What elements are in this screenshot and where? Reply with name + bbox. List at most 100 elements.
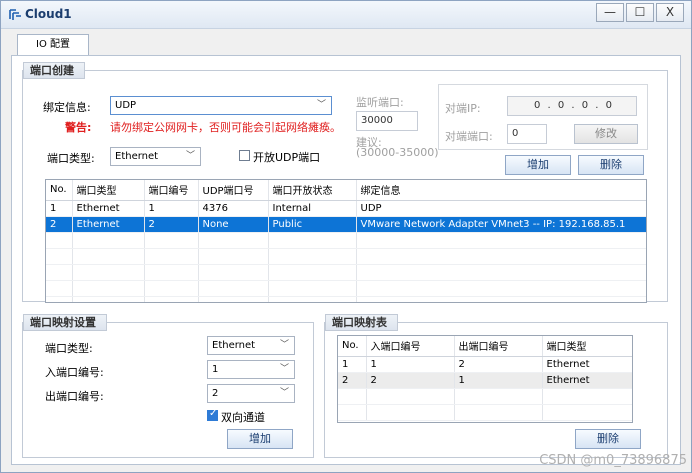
- peer-ip-input[interactable]: 0 . 0 . 0 . 0: [507, 96, 637, 116]
- map-port-type-value: Ethernet: [212, 340, 256, 351]
- mapping-table-title: 端口映射表: [325, 314, 398, 331]
- open-udp-checkbox[interactable]: [239, 150, 250, 161]
- cell: 1: [454, 372, 543, 389]
- bidirectional-checkbox[interactable]: [207, 408, 218, 421]
- table-row[interactable]: 2 2 1 Ethernet: [338, 372, 632, 389]
- cell: Ethernet: [72, 216, 145, 233]
- cell: Public: [268, 216, 357, 233]
- col-port-type[interactable]: 端口类型: [72, 180, 145, 201]
- port-create-title: 端口创建: [23, 62, 85, 79]
- open-udp-label: 开放UDP端口: [253, 151, 321, 164]
- mapping-settings-group: 端口映射设置 端口类型: Ethernet ﹀ 入端口编号: 1 ﹀ 出端口编号…: [22, 314, 314, 458]
- mapping-delete-button[interactable]: 删除: [575, 429, 641, 449]
- empty-row: [46, 280, 646, 297]
- cell: 1: [46, 200, 73, 217]
- bidirectional-label: 双向通道: [221, 411, 265, 424]
- tab-io-config[interactable]: IO 配置: [17, 34, 89, 56]
- chevron-down-icon: ﹀: [279, 340, 289, 350]
- port-type-select[interactable]: Ethernet ﹀: [110, 147, 201, 166]
- table-row[interactable]: 1 1 2 Ethernet: [338, 356, 632, 373]
- empty-row: [338, 388, 632, 405]
- in-port-value: 1: [212, 364, 219, 375]
- suggest-range: (30000-35000): [356, 146, 439, 159]
- out-port-label: 出端口编号:: [45, 390, 104, 403]
- table-row[interactable]: 1 Ethernet 1 4376 Internal UDP: [46, 200, 646, 217]
- warning-label: 警告:: [65, 121, 92, 134]
- title-bar[interactable]: Cloud1 — ☐ X: [1, 1, 691, 29]
- peer-config-box: 对端IP: 0 . 0 . 0 . 0 对端端口: 0 修改: [438, 84, 648, 150]
- cell: 2: [366, 372, 455, 389]
- empty-row: [338, 404, 632, 421]
- cell: 2: [454, 356, 543, 373]
- empty-row: [46, 296, 646, 302]
- cloud1-window: Cloud1 — ☐ X IO 配置 端口创建 绑定信息: UDP ﹀ 警告: …: [0, 0, 692, 473]
- cell: None: [198, 216, 269, 233]
- map-port-type-label: 端口类型:: [45, 342, 93, 355]
- bind-info-label: 绑定信息:: [43, 101, 91, 114]
- empty-row: [46, 232, 646, 249]
- mapping-table: No. 入端口编号 出端口编号 端口类型 1 1 2 Ethernet 2 2 …: [337, 335, 633, 423]
- modify-button[interactable]: 修改: [574, 124, 638, 144]
- cell: VMware Network Adapter VMnet3 -- IP: 192…: [356, 216, 646, 233]
- peer-ip-label: 对端IP:: [445, 102, 481, 115]
- chevron-down-icon: ﹀: [185, 151, 195, 161]
- port-create-group: 端口创建 绑定信息: UDP ﹀ 警告: 请勿绑定公网网卡，否则可能会引起网络瘫…: [22, 62, 668, 303]
- cell: UDP: [356, 200, 646, 217]
- peer-port-input[interactable]: 0: [507, 124, 547, 144]
- minimize-button[interactable]: —: [596, 3, 624, 22]
- col-in-port[interactable]: 入端口编号: [366, 336, 455, 357]
- port-table-header: No. 端口类型 端口编号 UDP端口号 端口开放状态 绑定信息: [46, 180, 646, 201]
- empty-row: [46, 264, 646, 281]
- cell: Ethernet: [542, 356, 632, 373]
- col-out-port[interactable]: 出端口编号: [454, 336, 543, 357]
- port-type-value: Ethernet: [115, 151, 159, 162]
- listen-port-label: 监听端口:: [356, 96, 404, 109]
- col-no[interactable]: No.: [338, 336, 367, 357]
- cell: Internal: [268, 200, 357, 217]
- chevron-down-icon: ﹀: [316, 100, 326, 110]
- io-config-panel: 端口创建 绑定信息: UDP ﹀ 警告: 请勿绑定公网网卡，否则可能会引起网络瘫…: [11, 55, 681, 465]
- cell: 1: [366, 356, 455, 373]
- cell: 2: [144, 216, 199, 233]
- cell: 4376: [198, 200, 269, 217]
- bind-info-value: UDP: [115, 100, 137, 111]
- port-table: No. 端口类型 端口编号 UDP端口号 端口开放状态 绑定信息 1 Ether…: [45, 179, 647, 303]
- maximize-button[interactable]: ☐: [626, 3, 654, 22]
- in-port-select[interactable]: 1 ﹀: [207, 360, 295, 379]
- listen-port-input[interactable]: 30000: [356, 111, 418, 131]
- mapping-table-group: 端口映射表 No. 入端口编号 出端口编号 端口类型 1 1 2 Etherne…: [324, 314, 668, 458]
- port-type-label: 端口类型:: [47, 152, 95, 165]
- cell: 1: [338, 356, 367, 373]
- empty-row: [46, 248, 646, 265]
- in-port-label: 入端口编号:: [45, 366, 104, 379]
- col-no[interactable]: No.: [46, 180, 73, 201]
- cell: 1: [144, 200, 199, 217]
- col-udp-port[interactable]: UDP端口号: [198, 180, 269, 201]
- peer-port-label: 对端端口:: [445, 130, 493, 143]
- port-delete-button[interactable]: 删除: [578, 155, 644, 175]
- cell: Ethernet: [72, 200, 145, 217]
- col-port-number[interactable]: 端口编号: [144, 180, 199, 201]
- port-add-button[interactable]: 增加: [505, 155, 571, 175]
- mapping-table-header: No. 入端口编号 出端口编号 端口类型: [338, 336, 632, 357]
- cell: 2: [46, 216, 73, 233]
- out-port-select[interactable]: 2 ﹀: [207, 384, 295, 403]
- map-port-type-select[interactable]: Ethernet ﹀: [207, 336, 295, 355]
- mapping-add-button[interactable]: 增加: [227, 429, 293, 449]
- cell: Ethernet: [542, 372, 632, 389]
- cell: 2: [338, 372, 367, 389]
- cloud-app-icon: [9, 9, 21, 20]
- window-title: Cloud1: [25, 7, 72, 21]
- col-open-status[interactable]: 端口开放状态: [268, 180, 357, 201]
- mapping-settings-title: 端口映射设置: [23, 314, 107, 331]
- close-button[interactable]: X: [656, 3, 684, 22]
- bind-info-select[interactable]: UDP ﹀: [110, 96, 332, 115]
- out-port-value: 2: [212, 388, 219, 399]
- chevron-down-icon: ﹀: [279, 388, 289, 398]
- chevron-down-icon: ﹀: [279, 364, 289, 374]
- table-row-selected[interactable]: 2 Ethernet 2 None Public VMware Network …: [46, 216, 646, 233]
- col-bind-info[interactable]: 绑定信息: [356, 180, 646, 201]
- warning-text: 请勿绑定公网网卡，否则可能会引起网络瘫痪。: [110, 121, 341, 134]
- col-port-type[interactable]: 端口类型: [542, 336, 632, 357]
- watermark: CSDN @m0_73896875: [539, 453, 687, 468]
